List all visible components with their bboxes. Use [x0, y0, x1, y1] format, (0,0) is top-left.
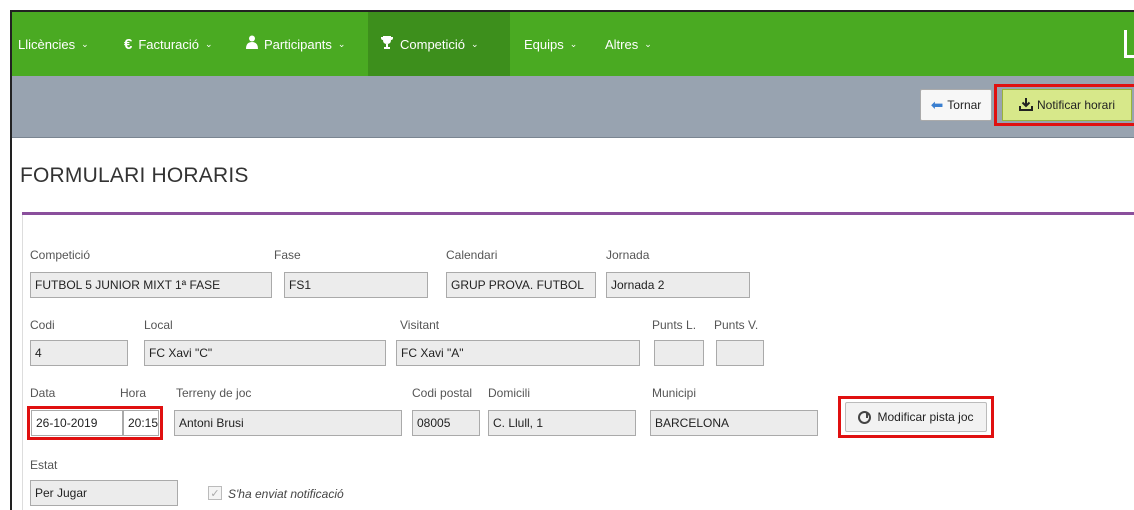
- visitant-field[interactable]: FC Xavi "A": [396, 340, 640, 366]
- nav-participants[interactable]: Participants ⌄: [234, 12, 357, 76]
- local-label: Local: [144, 318, 173, 332]
- chevron-down-icon: ⌄: [569, 38, 578, 49]
- visitant-label: Visitant: [400, 318, 440, 332]
- page-title: FORMULARI HORARIS: [20, 164, 249, 187]
- fase-field[interactable]: FS1: [284, 272, 428, 298]
- nav-label: Altres: [605, 36, 639, 52]
- modify-pitch-button[interactable]: Modificar pista joc: [845, 402, 987, 432]
- nav-llicencies[interactable]: Llicències ⌄: [12, 12, 101, 76]
- competicio-label: Competició: [30, 248, 91, 262]
- competicio-field[interactable]: FUTBOL 5 JUNIOR MIXT 1ª FASE: [30, 272, 272, 298]
- notification-sent-label: S'ha enviat notificació: [228, 487, 344, 501]
- punts-local-field[interactable]: [654, 340, 704, 366]
- back-button-label: Tornar: [947, 98, 982, 112]
- top-navbar: Llicències ⌄ € Facturació ⌄ Participants…: [12, 12, 1134, 76]
- local-field[interactable]: FC Xavi "C": [144, 340, 386, 366]
- euro-icon: €: [124, 35, 133, 53]
- download-icon: [1018, 97, 1033, 114]
- chevron-down-icon: ⌄: [337, 38, 346, 49]
- jornada-label: Jornada: [606, 248, 650, 262]
- codi-postal-label: Codi postal: [412, 386, 473, 400]
- punts-visitant-label: Punts V.: [714, 318, 759, 332]
- terreny-label: Terreny de joc: [176, 386, 252, 400]
- chevron-down-icon: ⌄: [644, 38, 652, 49]
- user-icon: [246, 35, 258, 53]
- nav-label: Competició: [400, 36, 466, 52]
- notification-sent-checkbox[interactable]: ✓: [208, 486, 222, 500]
- calendari-label: Calendari: [446, 248, 498, 262]
- punts-local-label: Punts L.: [652, 318, 697, 332]
- estat-field[interactable]: Per Jugar: [30, 480, 178, 506]
- screenshot: Llicències ⌄ € Facturació ⌄ Participants…: [0, 0, 1134, 510]
- domicili-field[interactable]: C. Llull, 1: [488, 410, 636, 436]
- highlight-box: [27, 406, 163, 440]
- chevron-down-icon: ⌄: [205, 38, 213, 49]
- notify-button-label: Notificar horari: [1036, 98, 1116, 112]
- fase-label: Fase: [274, 248, 301, 262]
- terreny-field[interactable]: Antoni Brusi: [174, 410, 402, 436]
- nav-label: Llicències: [18, 36, 76, 52]
- codi-label: Codi: [30, 318, 55, 332]
- chart-icon[interactable]: [1124, 30, 1134, 58]
- modify-pitch-label: Modificar pista joc: [877, 410, 974, 424]
- nav-competicio[interactable]: Competició ⌄: [368, 12, 510, 76]
- municipi-field[interactable]: BARCELONA: [650, 410, 818, 436]
- nav-label: Participants: [264, 36, 332, 52]
- notify-schedule-button[interactable]: Notificar horari: [1002, 89, 1132, 121]
- nav-label: Facturació: [138, 36, 200, 52]
- nav-equips[interactable]: Equips ⌄: [512, 12, 589, 76]
- chevron-down-icon: ⌄: [81, 38, 89, 49]
- power-icon: [858, 410, 872, 424]
- app-window: Llicències ⌄ € Facturació ⌄ Participants…: [10, 10, 1134, 510]
- data-label: Data: [30, 386, 56, 400]
- estat-label: Estat: [30, 458, 58, 472]
- codi-postal-field[interactable]: 08005: [412, 410, 480, 436]
- arrow-left-icon: ⬅: [930, 97, 944, 114]
- nav-altres[interactable]: Altres ⌄: [593, 12, 664, 76]
- hora-label: Hora: [120, 386, 147, 400]
- jornada-field[interactable]: Jornada 2: [606, 272, 750, 298]
- domicili-label: Domicili: [488, 386, 530, 400]
- punts-visitant-field[interactable]: [716, 340, 764, 366]
- action-toolbar: ⬅ Tornar Notificar horari: [12, 76, 1134, 138]
- calendari-field[interactable]: GRUP PROVA. FUTBOL: [446, 272, 596, 298]
- nav-facturacio[interactable]: € Facturació ⌄: [112, 12, 225, 76]
- codi-field[interactable]: 4: [30, 340, 128, 366]
- back-button[interactable]: ⬅ Tornar: [920, 89, 992, 121]
- chevron-down-icon: ⌄: [471, 38, 479, 49]
- trophy-icon: [380, 35, 394, 53]
- municipi-label: Municipi: [652, 386, 697, 400]
- nav-label: Equips: [524, 36, 564, 52]
